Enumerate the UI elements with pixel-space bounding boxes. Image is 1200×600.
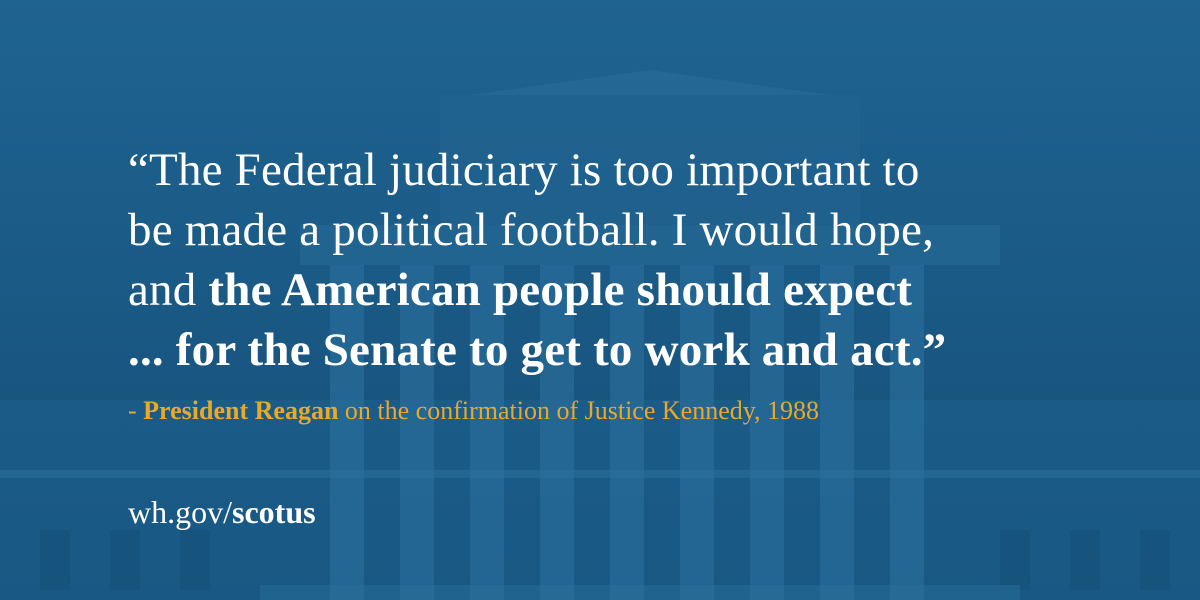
quote-line-3-bold: the American people should expect <box>208 264 913 316</box>
quote-text: “The Federal judiciary is too important … <box>128 140 1128 380</box>
attribution-name: President Reagan <box>143 396 339 425</box>
quote-line-3-regular: and <box>128 264 209 316</box>
attribution-rest: on the confirmation of Justice Kennedy, … <box>338 396 820 425</box>
attribution-dash: - <box>128 396 144 425</box>
quote-line-1: “The Federal judiciary is too important … <box>128 144 920 196</box>
quote-line-3: and the American people should expect <box>128 260 1128 320</box>
quote-line-2: be made a political football. I would ho… <box>128 204 935 256</box>
quote-block: “The Federal judiciary is too important … <box>128 140 1128 428</box>
quote-line-4: ... for the Senate to get to work and ac… <box>128 320 1128 380</box>
quote-line-4-bold: ... for the Senate to get to work and ac… <box>128 324 947 376</box>
site-url[interactable]: wh.gov/scotus <box>128 492 316 532</box>
url-prefix: wh.gov/ <box>128 494 232 530</box>
url-path: scotus <box>232 494 316 530</box>
quote-attribution: - President Reagan on the confirmation o… <box>128 394 1128 428</box>
